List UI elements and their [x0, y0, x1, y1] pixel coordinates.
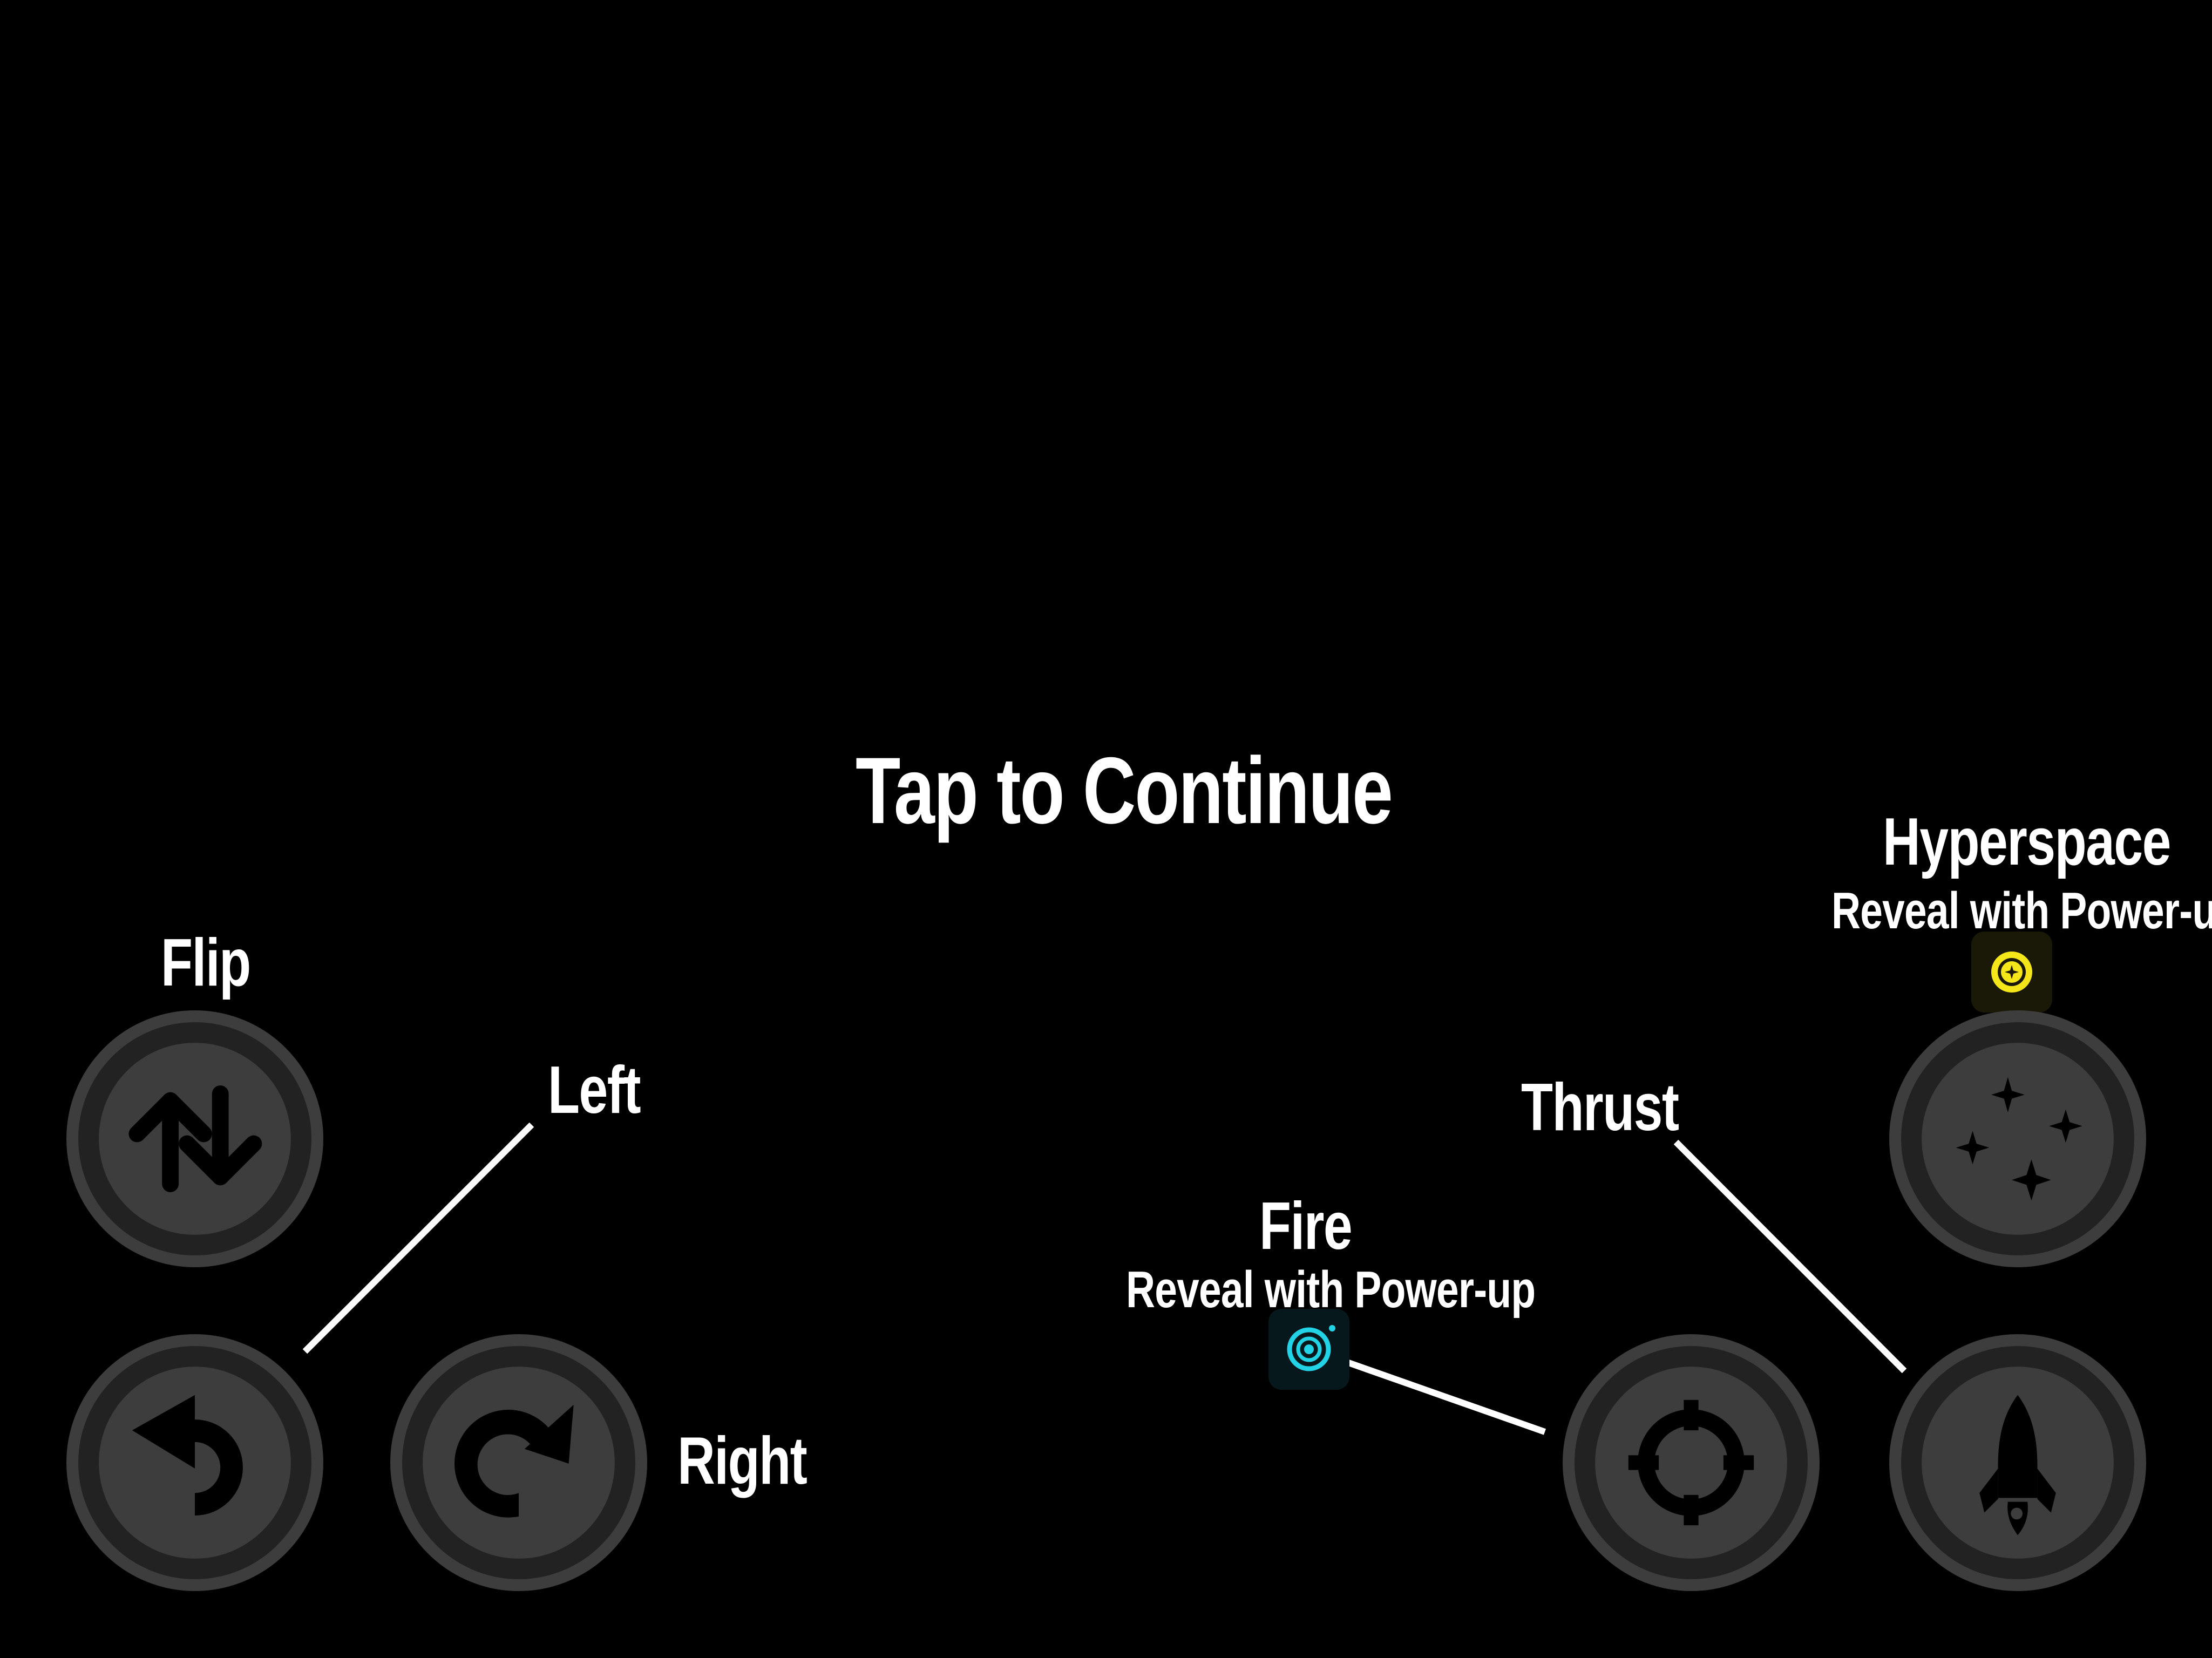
- flip-arrows-icon: [99, 1043, 291, 1235]
- hyperspace-button[interactable]: [1889, 1010, 2146, 1267]
- rotate-right-icon: [423, 1367, 615, 1559]
- game-screen[interactable]: Tap to Continue Flip Left Right Fire Rev…: [0, 0, 2212, 1658]
- sparkles-icon: [1922, 1043, 2114, 1235]
- hyperspace-powerup-note: Reveal with Power-up: [1831, 882, 2212, 940]
- rotate-right-button[interactable]: [390, 1334, 647, 1591]
- fire-label: Fire: [1259, 1189, 1353, 1263]
- hyperspace-powerup-indicator: [1971, 932, 2052, 1013]
- rocket-icon: [1922, 1367, 2114, 1559]
- flip-label: Flip: [161, 926, 251, 1000]
- hyperspace-powerup-icon: [1991, 952, 2032, 993]
- thrust-button[interactable]: [1889, 1334, 2146, 1591]
- fire-callout-line: [1343, 1358, 1546, 1435]
- fire-button[interactable]: [1563, 1334, 1820, 1591]
- fire-powerup-indicator: [1268, 1309, 1349, 1390]
- crosshair-icon: [1595, 1367, 1787, 1559]
- right-label: Right: [677, 1424, 808, 1498]
- tap-to-continue-prompt[interactable]: Tap to Continue: [856, 744, 1393, 838]
- rotate-left-icon: [99, 1367, 291, 1559]
- fire-powerup-note: Reveal with Power-up: [1126, 1261, 1536, 1319]
- left-label: Left: [548, 1053, 641, 1127]
- hyperspace-label: Hyperspace: [1883, 805, 2171, 879]
- rotate-left-button[interactable]: [66, 1334, 323, 1591]
- thrust-label: Thrust: [1521, 1070, 1679, 1145]
- flip-button[interactable]: [66, 1010, 323, 1267]
- left-callout-line: [302, 1122, 534, 1354]
- fire-powerup-icon: [1287, 1325, 1335, 1371]
